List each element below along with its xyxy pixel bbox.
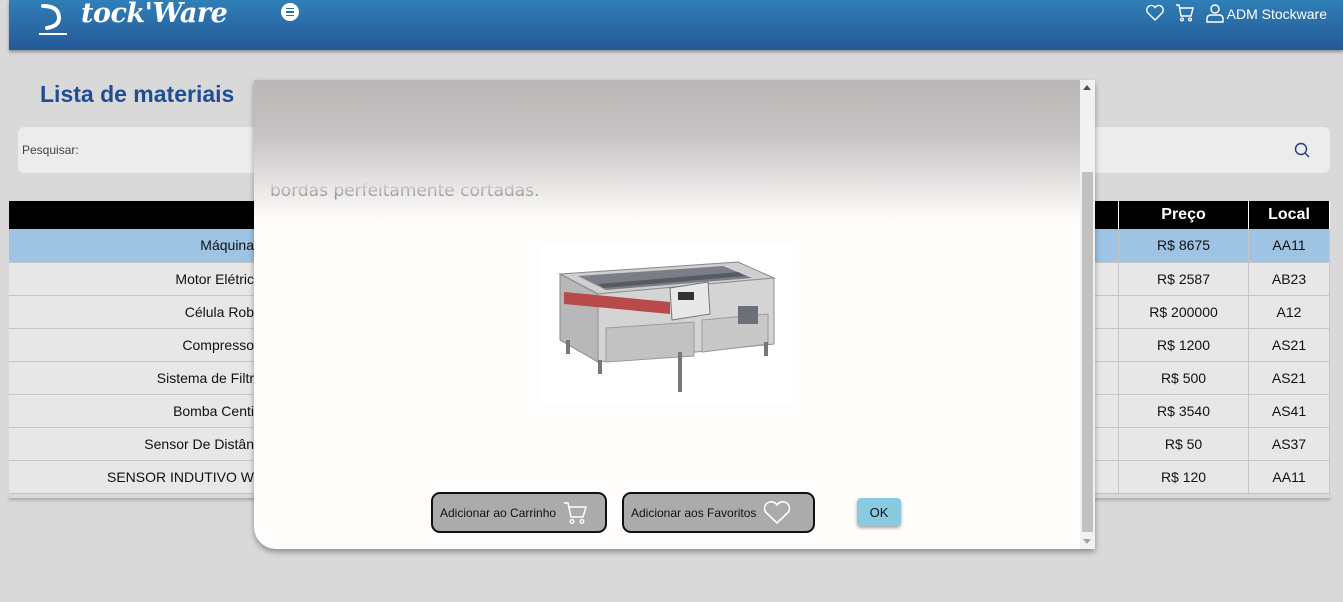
stockware-logo-icon[interactable] (37, 0, 73, 40)
scrollbar-thumb[interactable] (1082, 172, 1093, 532)
scroll-down-arrow-icon[interactable] (1083, 539, 1091, 544)
material-name: Célula Rob (184, 303, 254, 320)
cell-price: R$ 120 (1118, 460, 1249, 494)
cell-local: AS41 (1248, 394, 1330, 428)
user-icon (1205, 4, 1224, 23)
cell-local: AA11 (1248, 460, 1330, 494)
cell-price: R$ 1200 (1118, 328, 1249, 362)
add-to-cart-label: Adicionar ao Carrinho (440, 505, 557, 520)
cell-price: R$ 2587 (1118, 262, 1249, 296)
ok-button[interactable]: OK (857, 498, 901, 526)
top-header: tock'Ware ADM Stockware (9, 0, 1343, 50)
add-to-cart-button[interactable]: Adicionar ao Carrinho (431, 492, 607, 533)
cell-price: R$ 3540 (1118, 394, 1249, 428)
cell-price: R$ 8675 (1118, 229, 1249, 263)
cell-local: A12 (1248, 295, 1330, 329)
add-to-favorites-label: Adicionar aos Favoritos (631, 505, 757, 520)
modal-scrollbar[interactable] (1080, 80, 1095, 549)
user-menu[interactable]: ADM Stockware (1205, 3, 1327, 23)
cell-price: R$ 50 (1118, 427, 1249, 461)
cell-price: R$ 500 (1118, 361, 1249, 395)
material-name: Sensor De Distân (144, 435, 254, 452)
material-name: Compresso (182, 336, 254, 353)
cell-local: AS21 (1248, 361, 1330, 395)
header-local[interactable]: Local (1248, 201, 1330, 229)
material-name: Motor Elétric (175, 270, 254, 287)
add-to-favorites-button[interactable]: Adicionar aos Favoritos (622, 492, 815, 533)
cell-local: AB23 (1248, 262, 1330, 296)
product-image (538, 244, 792, 404)
product-description: preciso e rápido de materiais metálicos … (270, 80, 1057, 201)
material-name: Sistema de Filtr (156, 369, 254, 386)
page-title: Lista de materiais (40, 81, 235, 107)
cell-local: AA11 (1248, 229, 1330, 263)
search-icon[interactable] (1294, 142, 1310, 158)
cart-icon (564, 501, 588, 524)
material-name: SENSOR INDUTIVO W (106, 468, 254, 485)
scroll-up-arrow-icon[interactable] (1083, 85, 1091, 90)
material-name: Bomba Centi (173, 402, 254, 419)
menu-icon[interactable] (281, 3, 299, 21)
search-label: Pesquisar: (22, 143, 79, 157)
logo-text[interactable]: tock'Ware (81, 0, 228, 29)
header-actions: ADM Stockware (1145, 0, 1327, 26)
heart-icon (764, 500, 791, 524)
heart-icon[interactable] (1145, 4, 1165, 22)
cell-price: R$ 200000 (1118, 295, 1249, 329)
cell-local: AS37 (1248, 427, 1330, 461)
product-modal: preciso e rápido de materiais metálicos … (254, 80, 1095, 549)
header-preco[interactable]: Preço (1118, 201, 1249, 229)
cart-icon[interactable] (1175, 3, 1195, 23)
user-name: ADM Stockware (1226, 6, 1327, 22)
material-name: Máquina (200, 237, 254, 254)
cell-local: AS21 (1248, 328, 1330, 362)
